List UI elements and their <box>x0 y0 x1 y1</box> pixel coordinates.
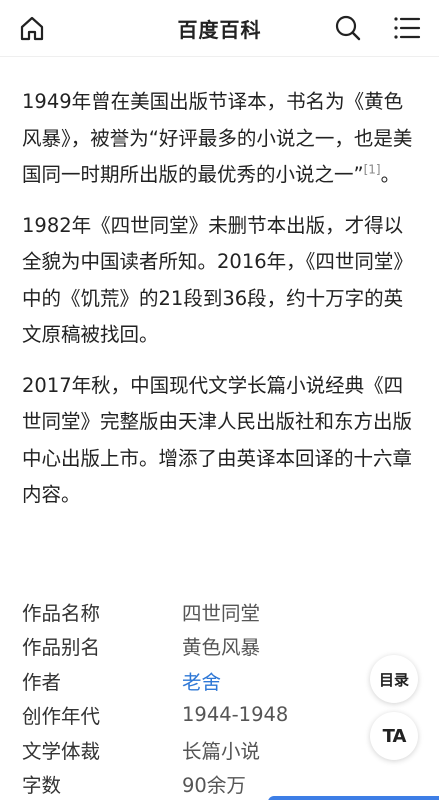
info-key: 作品别名 <box>22 636 101 660</box>
citation-ref[interactable]: [1] <box>364 163 381 177</box>
info-box: 作品名称 四世同堂 作品别名 黄色风暴 作者 老舍 创作年代 1944-1948… <box>22 594 420 800</box>
ta-button[interactable]: TA <box>370 712 418 760</box>
info-key: 创作年代 <box>22 705 101 729</box>
info-value: 黄色风暴 <box>182 636 261 660</box>
info-row: 作者 老舍 <box>22 663 420 698</box>
site-title: 百度百科 <box>177 18 262 42</box>
menu-icon[interactable] <box>393 14 421 42</box>
info-key: 作品名称 <box>22 601 101 625</box>
paragraph-tail: 。 <box>380 163 401 186</box>
paragraph-text: 1982年《四世同堂》未删节本出版，才得以全貌为中国读者所知。2016年，《四世… <box>22 213 413 347</box>
paragraph: 1982年《四世同堂》未删节本出版，才得以全貌为中国读者所知。2016年，《四世… <box>22 208 420 354</box>
info-row: 文学体裁 长篇小说 <box>22 732 420 767</box>
info-key: 字数 <box>22 774 62 798</box>
info-key: 文学体裁 <box>22 739 101 763</box>
info-value: 1944-1948 <box>182 703 289 727</box>
info-value: 90余万 <box>182 774 246 798</box>
author-link[interactable]: 老舍 <box>182 666 221 695</box>
info-value: 长篇小说 <box>182 739 261 763</box>
info-row: 作品名称 四世同堂 <box>22 594 420 629</box>
info-key: 作者 <box>22 670 62 694</box>
info-row: 作品别名 黄色风暴 <box>22 629 420 664</box>
toc-button[interactable]: 目录 <box>370 655 418 703</box>
search-icon[interactable] <box>334 14 362 42</box>
info-row: 创作年代 1944-1948 <box>22 698 420 733</box>
info-row: 字数 90余万 <box>22 767 420 800</box>
paragraph: 1949年曾在美国出版节译本，书名为《黄色风暴》，被誉为“好评最多的小说之一，也… <box>22 84 420 194</box>
top-bar: 百度百科 <box>0 0 439 57</box>
info-value: 四世同堂 <box>182 601 261 625</box>
article-body: 1949年曾在美国出版节译本，书名为《黄色风暴》，被誉为“好评最多的小说之一，也… <box>22 84 420 528</box>
bottom-accent-bar <box>268 796 439 800</box>
paragraph-text: 2017年秋，中国现代文学长篇小说经典《四世同堂》完整版由天津人民出版社和东方出… <box>22 373 413 507</box>
page: 百度百科 1949年曾在美国出版节译本，书名为《黄色风暴》，被誉为“好评最多的小… <box>0 0 439 800</box>
paragraph-text: 1949年曾在美国出版节译本，书名为《黄色风暴》，被誉为“好评最多的小说之一，也… <box>22 90 413 186</box>
paragraph: 2017年秋，中国现代文学长篇小说经典《四世同堂》完整版由天津人民出版社和东方出… <box>22 368 420 514</box>
